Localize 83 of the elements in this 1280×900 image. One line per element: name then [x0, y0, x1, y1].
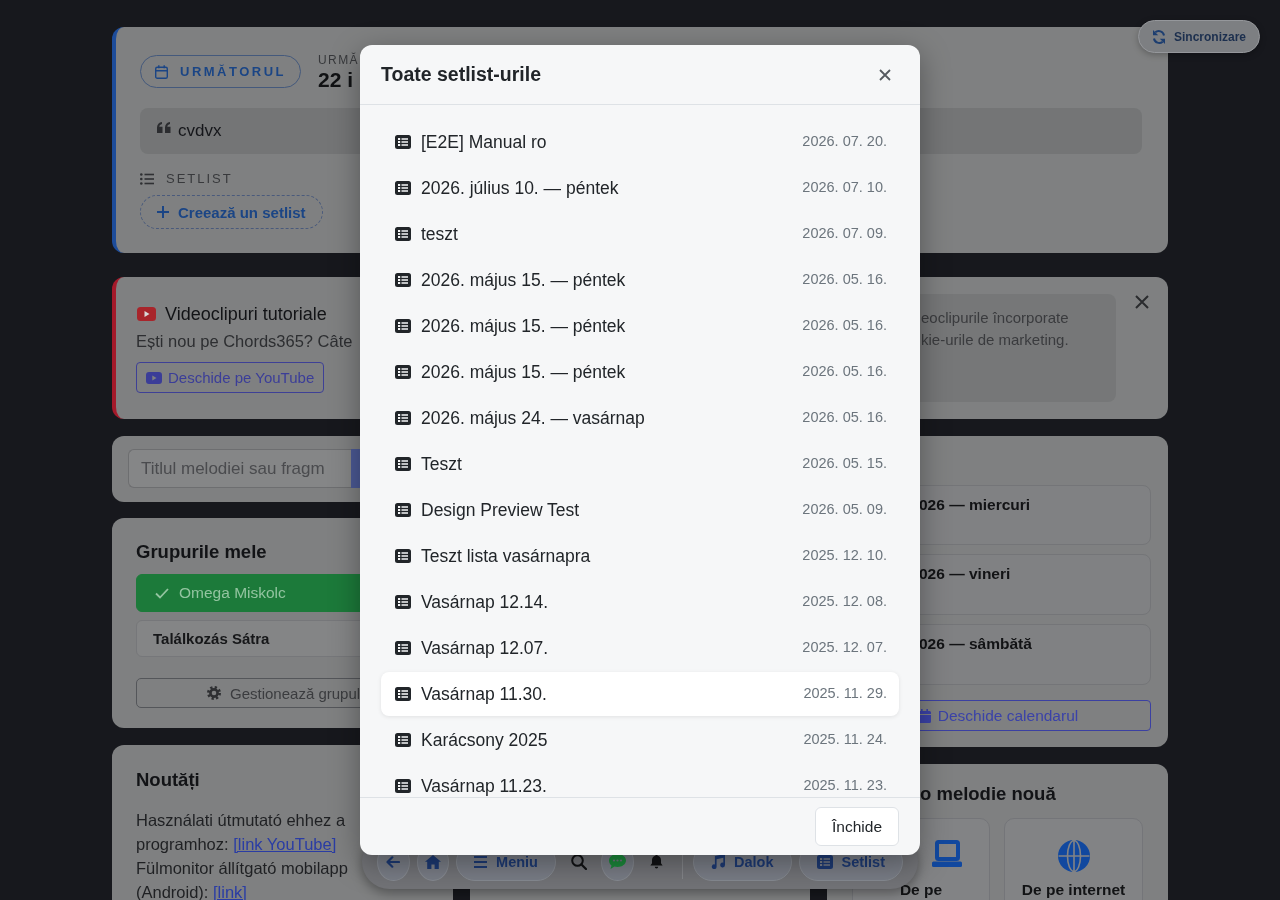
- bell-icon: [650, 854, 663, 869]
- setlist-name: 2026. július 10. — péntek: [421, 179, 620, 197]
- next-label: URMĂ: [318, 53, 359, 68]
- music-note-icon: [711, 854, 725, 869]
- setlist-name: 2026. május 24. — vasárnap: [421, 409, 646, 427]
- source-tile[interactable]: De pe internet: [1004, 818, 1143, 900]
- event-date: 22 i: [318, 68, 354, 92]
- setlist-name: 2026. május 15. — péntek: [421, 317, 627, 335]
- search-field[interactable]: Titlul melodiei sau fragm: [128, 449, 351, 488]
- setlist-date: 2025. 11. 23.: [803, 777, 887, 793]
- back-arrow-icon: [386, 855, 401, 868]
- list-icon: [395, 365, 411, 379]
- gear-icon: [207, 686, 221, 700]
- setlist-date: 2026. 07. 20.: [802, 133, 887, 149]
- setlist-name: Karácsony 2025: [421, 731, 549, 749]
- setlist-date: 2026. 07. 10.: [802, 179, 887, 195]
- search-icon: [570, 853, 587, 870]
- list-icon: [395, 733, 411, 747]
- setlist-row[interactable]: Vasárnap 11.23. 2025. 11. 23.: [381, 764, 899, 797]
- laptop-icon: [932, 840, 962, 867]
- setlist-date: 2026. 05. 15.: [802, 455, 887, 471]
- setlist-date: 2025. 11. 24.: [803, 731, 887, 747]
- home-icon: [424, 854, 441, 869]
- list-icon: [395, 319, 411, 333]
- setlist-row[interactable]: 2026. május 15. — péntek 2026. 05. 16.: [381, 350, 899, 394]
- plus-icon: [157, 206, 169, 218]
- sync-button[interactable]: Sincronizare: [1137, 20, 1260, 53]
- setlist-date: 2026. 05. 16.: [802, 363, 887, 379]
- setlist-row[interactable]: 2026. július 10. — péntek 2026. 07. 10.: [381, 166, 899, 210]
- setlist-name: Teszt lista vasárnapra: [421, 547, 592, 565]
- list-icon: [395, 641, 411, 655]
- sync-icon: [1151, 28, 1166, 45]
- setlist-date: 2025. 11. 29.: [803, 685, 887, 701]
- setlist-name: teszt: [421, 225, 459, 243]
- menu-icon: [474, 855, 488, 868]
- setlist-name: 2026. május 15. — péntek: [421, 363, 627, 381]
- card-text: Ești nou pe Chords365? Câte: [136, 331, 353, 351]
- list-icon: [395, 135, 411, 149]
- close-icon: [1135, 295, 1149, 309]
- globe-icon: [1057, 840, 1090, 872]
- setlist-row[interactable]: Teszt 2026. 05. 15.: [381, 442, 899, 486]
- setlist-name: 2026. május 15. — péntek: [421, 271, 627, 289]
- list-icon: [395, 181, 411, 195]
- setlist-row[interactable]: Vasárnap 11.30. 2025. 11. 29.: [381, 672, 899, 716]
- setlist-date: 2026. 05. 16.: [802, 409, 887, 425]
- setlist-row[interactable]: [E2E] Manual ro 2026. 07. 20.: [381, 120, 899, 164]
- video-play-icon: [137, 307, 156, 321]
- close-icon: [879, 68, 891, 81]
- chat-icon: [609, 854, 627, 869]
- list-icon: [395, 595, 411, 609]
- quote-icon: [157, 122, 171, 133]
- list-icon: [395, 227, 411, 241]
- list-icon: [395, 687, 411, 701]
- list-icon: [140, 172, 154, 185]
- calendar-icon: [155, 64, 168, 79]
- list-icon: [395, 457, 411, 471]
- setlist-name: Teszt: [421, 455, 463, 473]
- note-text: cvdvx: [178, 121, 222, 141]
- setlist-date: 2026. 05. 16.: [802, 317, 887, 333]
- setlist-name: Vasárnap 11.23.: [421, 777, 548, 795]
- check-icon: [155, 587, 169, 599]
- list-icon: [395, 779, 411, 793]
- card-title: Noutăți: [136, 769, 200, 791]
- video-play-icon: [146, 371, 162, 384]
- setlist-row[interactable]: 2026. május 24. — vasárnap 2026. 05. 16.: [381, 396, 899, 440]
- list-icon: [395, 549, 411, 563]
- setlist-date: 2026. 05. 16.: [802, 271, 887, 287]
- close-dialog-button[interactable]: Închide: [815, 807, 899, 846]
- section-label: SETLIST: [166, 171, 233, 186]
- card-title: o melodie nouă: [920, 783, 1056, 805]
- setlist-name: Design Preview Test: [421, 501, 581, 519]
- list-icon: [395, 273, 411, 287]
- setlist-row[interactable]: 2026. május 15. — péntek 2026. 05. 16.: [381, 258, 899, 302]
- setlist-date: 2026. 07. 09.: [802, 225, 887, 241]
- setlist-row[interactable]: teszt 2026. 07. 09.: [381, 212, 899, 256]
- list-icon: [395, 503, 411, 517]
- list-icon: [395, 411, 411, 425]
- setlist-name: [E2E] Manual ro: [421, 133, 548, 151]
- card-title: Grupurile mele: [136, 541, 267, 563]
- modal-title: Toate setlist-urile: [381, 63, 541, 86]
- close-button[interactable]: [1134, 294, 1150, 310]
- card-title: Videoclipuri tutoriale: [165, 303, 327, 325]
- setlist-row[interactable]: 2026. május 15. — péntek 2026. 05. 16.: [381, 304, 899, 348]
